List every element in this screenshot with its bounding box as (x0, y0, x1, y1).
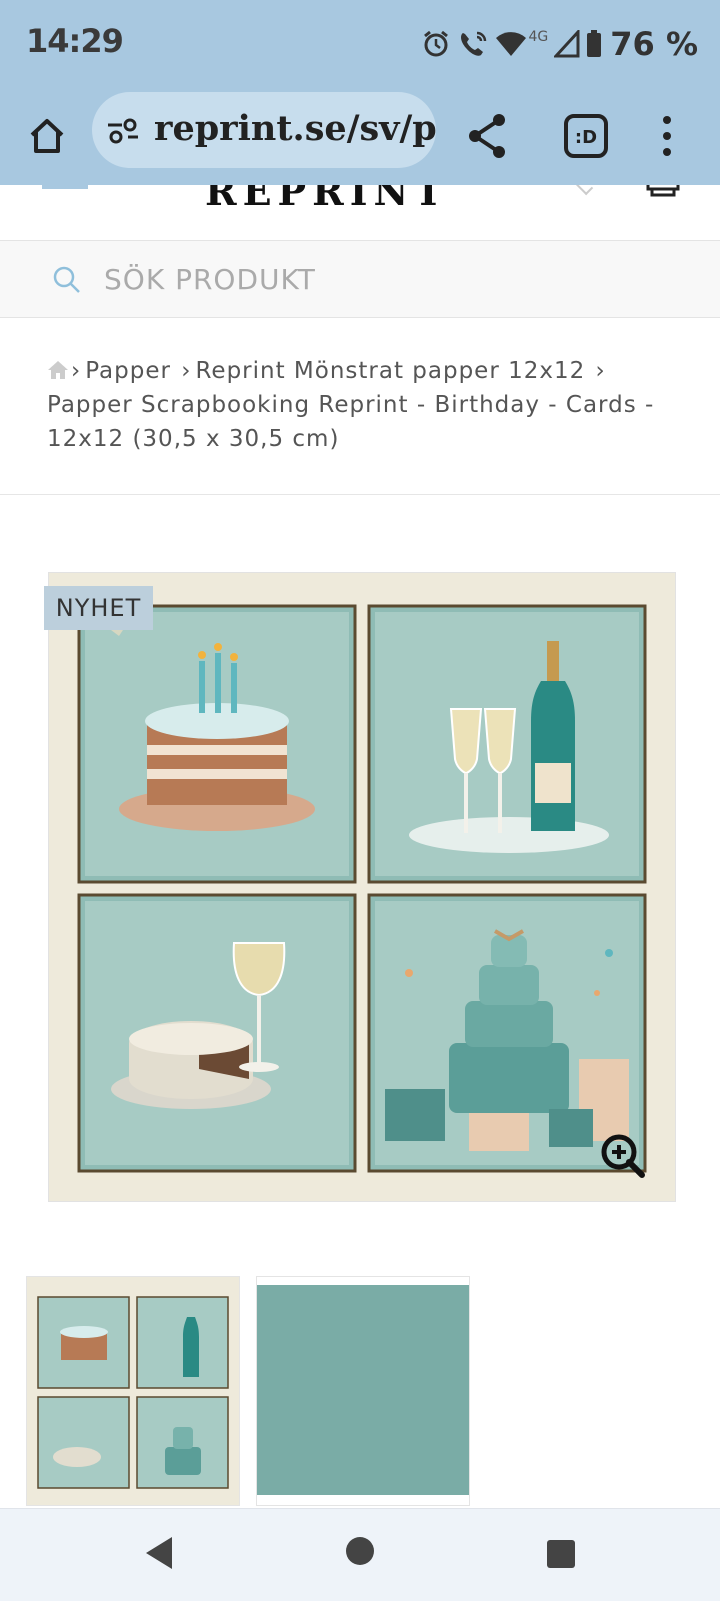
thumbnail-back-image (257, 1285, 469, 1495)
home-circle-icon[interactable] (344, 1535, 376, 1567)
breadcrumb: › Papper › Reprint Mönstrat papper 12x12 ›… (47, 354, 687, 456)
url-text[interactable]: reprint.se/sv/p (154, 108, 436, 149)
wifi-icon (495, 32, 526, 56)
breadcrumb-home-icon[interactable] (47, 360, 69, 380)
breadcrumb-link-papper[interactable]: Papper (85, 358, 171, 384)
status-bar: 14:29 4G 76 % (0, 0, 720, 88)
home-button[interactable] (22, 111, 72, 161)
hamburger-menu-icon[interactable] (42, 185, 88, 189)
cart-icon[interactable] (646, 185, 680, 197)
search-bar (0, 240, 720, 318)
svg-text::D: :D (575, 127, 597, 148)
search-input[interactable] (104, 257, 664, 301)
thumbnail-front-image (27, 1277, 239, 1505)
panel-tiered-cake (367, 893, 647, 1173)
chevron-down-icon[interactable] (574, 185, 594, 196)
address-bar[interactable]: reprint.se/sv/p (92, 92, 436, 168)
product-illustration (49, 573, 675, 1201)
network-type: 4G (528, 29, 549, 45)
tab-switcher-icon[interactable]: :D (560, 110, 612, 162)
site-logo[interactable]: REPRINT (205, 185, 449, 214)
panel-cake-slice (77, 893, 357, 1173)
share-icon[interactable] (462, 110, 512, 162)
breadcrumb-current: Papper Scrapbooking Reprint - Birthday -… (47, 392, 655, 452)
thumbnail-front[interactable] (26, 1276, 240, 1506)
home-icon (30, 119, 64, 153)
status-icons: 4G 76 % (421, 24, 698, 64)
new-badge: NYHET (44, 586, 153, 630)
browser-toolbar: reprint.se/sv/p :D (0, 88, 720, 185)
product-image[interactable] (48, 572, 676, 1202)
thumbnail-gallery (26, 1276, 706, 1506)
breadcrumb-separator: › (587, 358, 606, 384)
panel-birthday-cake (77, 604, 357, 884)
breadcrumb-separator: › (172, 358, 192, 384)
wifi-call-icon (460, 31, 486, 56)
battery-icon (587, 30, 602, 57)
zoom-in-icon[interactable] (600, 1133, 646, 1179)
signal-icon (554, 30, 580, 58)
battery-percent: 76 % (610, 25, 698, 63)
status-time: 14:29 (26, 22, 124, 60)
alarm-icon (423, 30, 448, 57)
site-info-icon[interactable] (106, 116, 140, 146)
back-icon[interactable] (144, 1535, 174, 1571)
section-divider (0, 494, 720, 495)
thumbnail-back[interactable] (256, 1276, 470, 1506)
panel-champagne (367, 604, 647, 884)
system-navigation-bar (0, 1508, 720, 1601)
breadcrumb-separator: › (71, 358, 82, 384)
more-menu-icon[interactable] (660, 110, 674, 162)
site-header: REPRINT (0, 185, 720, 237)
breadcrumb-link-category[interactable]: Reprint Mönstrat papper 12x12 (195, 358, 585, 384)
recents-icon[interactable] (546, 1539, 576, 1569)
search-icon (53, 266, 80, 293)
